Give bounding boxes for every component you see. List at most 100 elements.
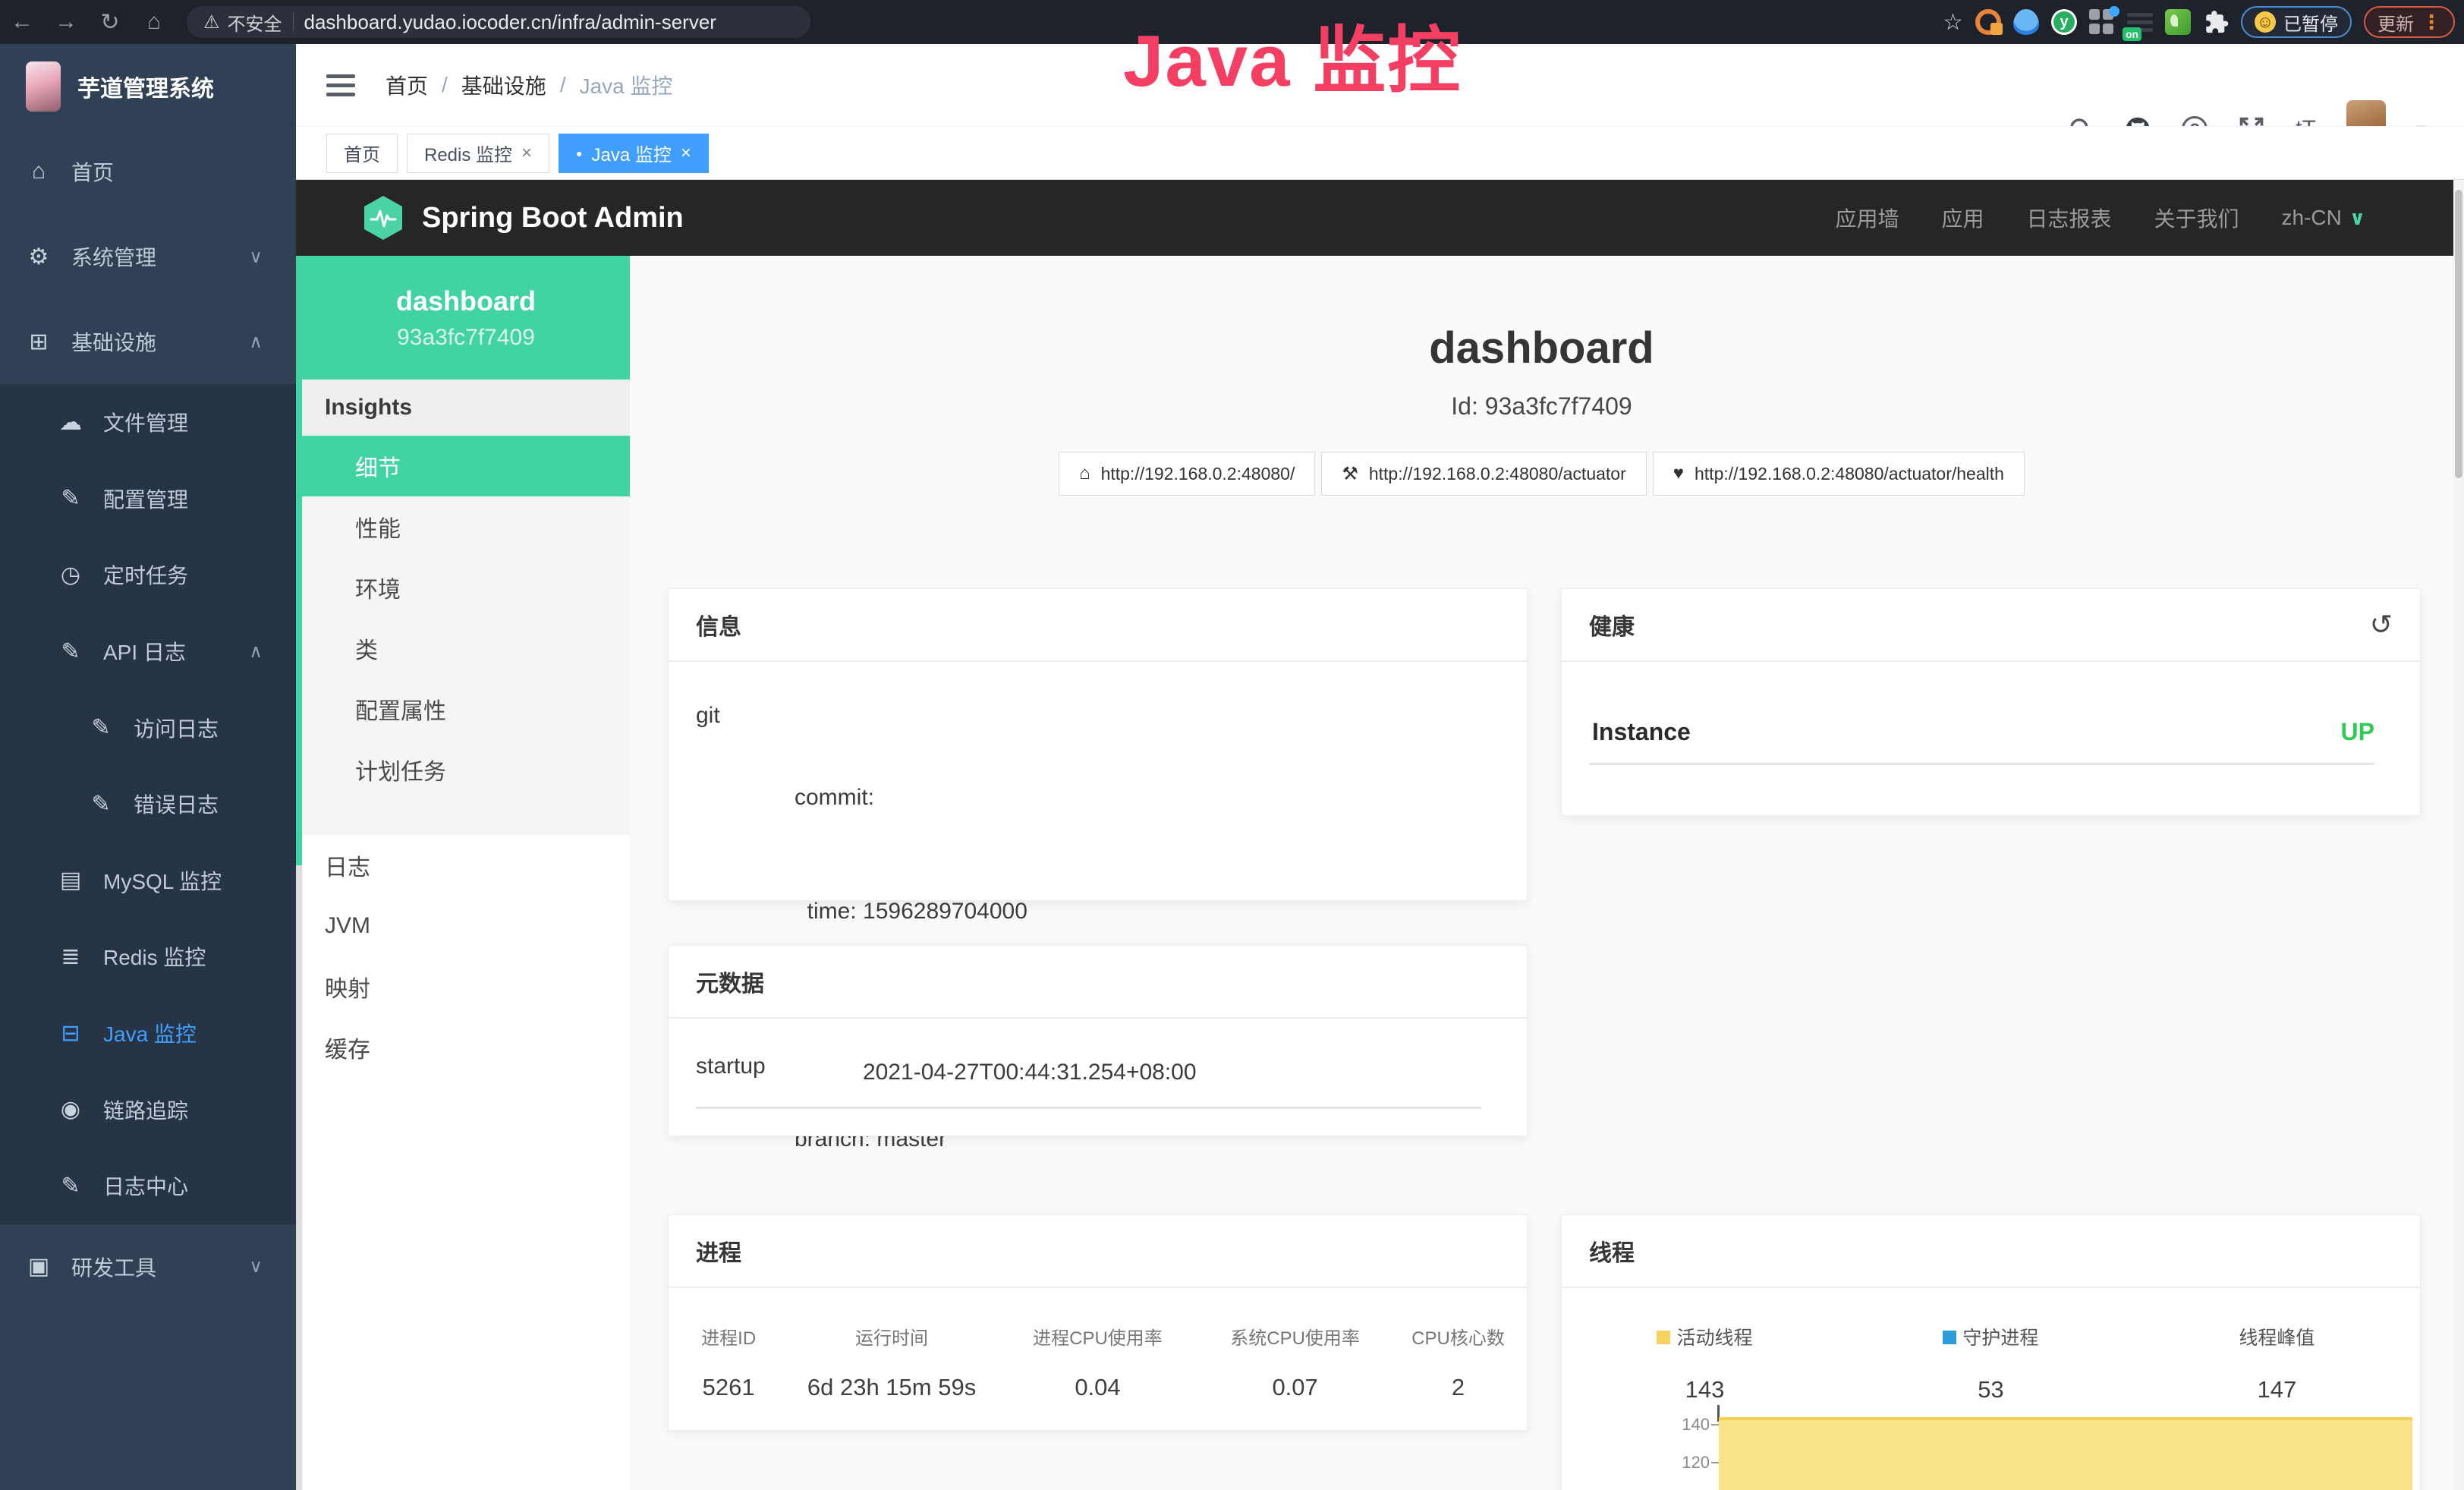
- sba-item-details[interactable]: 细节: [302, 436, 630, 496]
- not-secure-label: 不安全: [228, 9, 282, 36]
- sidebar-item-error-logs[interactable]: ✎ 错误日志: [0, 766, 296, 843]
- sba-logo[interactable]: Spring Boot Admin: [361, 194, 684, 241]
- process-cpu-value: 0.04: [995, 1374, 1201, 1401]
- threads-area-chart: 140 120 100: [1562, 1405, 2420, 1490]
- tab-redis-monitor[interactable]: Redis 监控 ×: [407, 134, 549, 173]
- smiley-avatar-icon: ☺: [2255, 11, 2276, 33]
- breadcrumb-current: Java 监控: [580, 70, 673, 100]
- address-bar[interactable]: ⚠ 不安全 dashboard.yudao.iocoder.cn/infra/a…: [187, 6, 810, 38]
- sidebar-item-config-mgmt[interactable]: ✎ 配置管理: [0, 461, 296, 537]
- health-url-button[interactable]: ♥ http://192.168.0.2:48080/actuator/heal…: [1653, 452, 2025, 496]
- sidebar-item-redis-monitor[interactable]: ≣ Redis 监控: [0, 918, 296, 995]
- logo-avatar: [26, 61, 61, 112]
- reload-icon[interactable]: ↻: [88, 9, 132, 36]
- live-threads-area: [1719, 1417, 2412, 1490]
- chevron-down-icon: ∨: [249, 246, 263, 268]
- sidebar-item-file-mgmt[interactable]: ☁ 文件管理: [0, 384, 296, 461]
- sidebar-item-home[interactable]: ⌂ 首页: [0, 129, 296, 214]
- sba-item-jvm[interactable]: JVM: [302, 896, 630, 956]
- chevron-up-icon: ∧: [249, 331, 263, 353]
- sba-app-name: dashboard: [396, 285, 536, 317]
- breadcrumb-infrastructure[interactable]: 基础设施: [461, 70, 546, 100]
- extension-grid-icon[interactable]: [2089, 9, 2115, 35]
- chevron-down-icon: ∨: [2349, 206, 2365, 230]
- sba-instance-id: 93a3fc7f7409: [397, 325, 535, 351]
- sba-item-config-props[interactable]: 配置属性: [302, 679, 630, 739]
- sba-nav-applications[interactable]: 应用: [1941, 203, 1984, 233]
- address-divider: [293, 13, 294, 31]
- pid-value: 5261: [669, 1374, 788, 1401]
- process-card: 进程 进程ID 运行时间 进程CPU使用率 系统CPU使用率 CPU核心数 52…: [668, 1214, 1528, 1431]
- sba-item-logs[interactable]: 日志: [302, 835, 630, 896]
- sba-item-metrics[interactable]: 性能: [302, 496, 630, 557]
- health-card: 健康 ↺ Instance UP: [1561, 588, 2421, 816]
- startup-row: startup 2021-04-27T00:44:31.254+08:00: [669, 1054, 1527, 1092]
- sidebar-item-system-mgmt[interactable]: ⚙ 系统管理 ∨: [0, 214, 296, 299]
- extension-orange-icon[interactable]: [1975, 9, 2001, 35]
- sba-sidebar-scrollbar[interactable]: [296, 256, 302, 865]
- tab-java-monitor[interactable]: ● Java 监控 ×: [559, 134, 709, 173]
- chevron-down-icon: ∨: [249, 1255, 263, 1277]
- browser-home-icon[interactable]: ⌂: [132, 9, 176, 35]
- browser-update-button[interactable]: 更新 ⋮: [2364, 6, 2455, 38]
- process-card-title: 进程: [669, 1215, 1527, 1288]
- app-title: 芋道管理系统: [77, 70, 214, 103]
- close-icon[interactable]: ×: [681, 143, 691, 164]
- daemon-threads-legend-icon: [1943, 1331, 1956, 1344]
- sba-item-mappings[interactable]: 映射: [302, 956, 630, 1017]
- actuator-url-button[interactable]: ⚒ http://192.168.0.2:48080/actuator: [1321, 452, 1646, 496]
- annotation-text: Java 监控: [1123, 2, 1462, 107]
- puzzle-extensions-icon[interactable]: [2203, 9, 2229, 35]
- heart-icon: ♥: [1673, 463, 1684, 484]
- sba-nav-journal[interactable]: 日志报表: [2027, 203, 2112, 233]
- sidebar-item-infrastructure[interactable]: ⊞ 基础设施 ∧: [0, 299, 296, 384]
- home-icon: ⌂: [1079, 463, 1090, 484]
- sba-nav-wallboard[interactable]: 应用墙: [1835, 203, 1899, 233]
- sidebar-item-log-center[interactable]: ✎ 日志中心: [0, 1148, 296, 1224]
- sba-item-scheduled-tasks[interactable]: 计划任务: [302, 739, 630, 800]
- page-tabs: 首页 Redis 监控 × ● Java 监控 ×: [296, 126, 2464, 180]
- sba-root-items: 日志 JVM 映射 缓存: [302, 835, 630, 1078]
- sba-sidebar-scroll-track[interactable]: [296, 865, 302, 1490]
- extension-y-icon[interactable]: y: [2051, 9, 2077, 35]
- sba-instance-header[interactable]: dashboard 93a3fc7f7409: [302, 256, 630, 380]
- forward-icon[interactable]: →: [44, 9, 88, 35]
- sidebar-item-access-logs[interactable]: ✎ 访问日志: [0, 689, 296, 766]
- history-icon[interactable]: ↺: [2370, 609, 2393, 641]
- extension-list-icon[interactable]: on: [2127, 9, 2153, 35]
- sidebar-item-scheduled-jobs[interactable]: ◷ 定时任务: [0, 537, 296, 613]
- metadata-card: 元数据 startup 2021-04-27T00:44:31.254+08:0…: [668, 945, 1528, 1136]
- locale-selector[interactable]: zh-CN ∨: [2282, 206, 2365, 230]
- extension-pin-icon[interactable]: [2013, 9, 2039, 35]
- back-icon[interactable]: ←: [0, 9, 44, 35]
- service-url-button[interactable]: ⌂ http://192.168.0.2:48080/: [1059, 452, 1315, 496]
- sidebar-item-api-logs[interactable]: ✎ API 日志 ∧: [0, 613, 296, 690]
- uptime-value: 6d 23h 15m 59s: [788, 1374, 994, 1401]
- log-icon: ✎: [88, 714, 114, 741]
- kebab-menu-icon[interactable]: ⋮: [2422, 11, 2441, 34]
- sba-item-environment[interactable]: 环境: [302, 557, 630, 618]
- sidebar-item-mysql-monitor[interactable]: ▤ MySQL 监控: [0, 843, 296, 919]
- sba-hexagon-icon: [361, 194, 405, 241]
- url-text: dashboard.yudao.iocoder.cn/infra/admin-s…: [304, 11, 716, 34]
- peak-threads-value: 147: [2134, 1376, 2420, 1403]
- bookmark-star-icon[interactable]: ☆: [1943, 9, 1963, 36]
- sba-item-classes[interactable]: 类: [302, 618, 630, 679]
- hamburger-icon[interactable]: [326, 74, 355, 96]
- app-logo[interactable]: 芋道管理系统: [0, 44, 296, 129]
- profile-paused-badge[interactable]: ☺ 已暂停: [2241, 6, 2352, 38]
- log-icon: ✎: [58, 1173, 83, 1199]
- tab-home[interactable]: 首页: [326, 134, 398, 173]
- extension-leaf-icon[interactable]: [2165, 9, 2191, 35]
- page-scrollbar-thumb[interactable]: [2455, 190, 2462, 478]
- sba-nav-about[interactable]: 关于我们: [2154, 203, 2239, 233]
- sidebar-item-tracing[interactable]: ◉ 链路追踪: [0, 1071, 296, 1148]
- close-icon[interactable]: ×: [521, 143, 532, 164]
- infrastructure-submenu: ☁ 文件管理 ✎ 配置管理 ◷ 定时任务 ✎ API 日志 ∧ ✎ 访问日志 ✎…: [0, 384, 296, 1224]
- breadcrumb-home[interactable]: 首页: [385, 70, 428, 100]
- threads-card-title: 线程: [1562, 1215, 2420, 1288]
- sba-item-caches[interactable]: 缓存: [302, 1017, 630, 1078]
- sidebar-item-dev-tools[interactable]: ▣ 研发工具 ∨: [0, 1224, 296, 1309]
- sidebar-item-java-monitor[interactable]: ⊟ Java 监控: [0, 995, 296, 1072]
- home-icon: ⌂: [26, 159, 52, 184]
